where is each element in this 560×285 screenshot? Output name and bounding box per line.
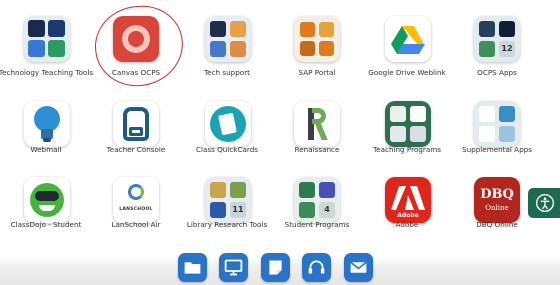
dbq-subtext: Online xyxy=(485,204,509,212)
renaissance-icon xyxy=(294,101,340,147)
folder-icon xyxy=(205,16,251,62)
app-label: Supplemental Apps xyxy=(462,145,532,154)
app-label: Renaissance xyxy=(294,145,340,154)
backpack-icon xyxy=(113,101,159,147)
google-drive-icon xyxy=(385,16,431,62)
headset-icon xyxy=(308,260,325,274)
folder-icon xyxy=(184,262,201,274)
app-label: Teaching Programs xyxy=(373,145,441,154)
app-label: LanSchool Air xyxy=(111,220,161,229)
folder-icon xyxy=(24,16,70,62)
lanschool-wordmark: LANSCHOOL xyxy=(119,207,153,212)
folder-count-badge: 11 xyxy=(230,202,246,218)
bulb-icon xyxy=(24,101,70,147)
app-label: DBQ Online xyxy=(476,220,518,229)
folder-count-badge: 12 xyxy=(499,41,515,57)
accessibility-icon xyxy=(536,194,554,212)
presentation-icon xyxy=(224,259,243,276)
dock-mail-button[interactable] xyxy=(344,253,373,282)
dock-support-button[interactable] xyxy=(302,253,331,282)
dock xyxy=(178,253,374,283)
sap-icon xyxy=(294,16,340,62)
annotation-circle xyxy=(90,0,188,92)
folder-icon xyxy=(474,101,520,147)
app-label: ClassDojo - Student xyxy=(10,220,82,229)
app-label: SAP Portal xyxy=(298,68,336,77)
app-label: Webmail xyxy=(30,145,62,154)
dbq-wordmark: DBQ xyxy=(480,187,514,202)
dock-folder-button[interactable] xyxy=(178,253,207,282)
app-label: Student Programs xyxy=(284,220,350,229)
app-label: Teacher Console xyxy=(106,145,166,154)
lanschool-icon: LANSCHOOL xyxy=(113,177,159,223)
folder-icon: 12 xyxy=(474,16,520,62)
adobe-wordmark: Adobe xyxy=(397,212,419,219)
note-icon xyxy=(269,260,282,275)
dbq-icon: DBQ Online xyxy=(474,177,520,223)
app-label: Tech support xyxy=(204,68,250,77)
dock-notes-button[interactable] xyxy=(261,253,290,282)
app-label: OCPS Apps xyxy=(477,68,517,77)
dock-whiteboard-button[interactable] xyxy=(219,253,248,282)
app-label: Technology Teaching Tools xyxy=(0,68,94,77)
app-label: Library Research Tools xyxy=(186,220,268,229)
app-label: Google Drive Weblink xyxy=(368,68,446,77)
folder-icon xyxy=(385,101,431,147)
classdojo-icon xyxy=(24,177,70,223)
app-label: Adobe xyxy=(395,220,419,229)
accessibility-button[interactable] xyxy=(528,188,560,218)
mail-icon xyxy=(350,261,367,273)
folder-icon: 11 xyxy=(205,177,251,223)
quickcards-icon xyxy=(205,101,251,147)
adobe-icon: Adobe xyxy=(385,177,431,223)
folder-icon: 4 xyxy=(294,177,340,223)
folder-count-badge: 4 xyxy=(319,202,335,218)
app-label: Class QuickCards xyxy=(195,145,259,154)
